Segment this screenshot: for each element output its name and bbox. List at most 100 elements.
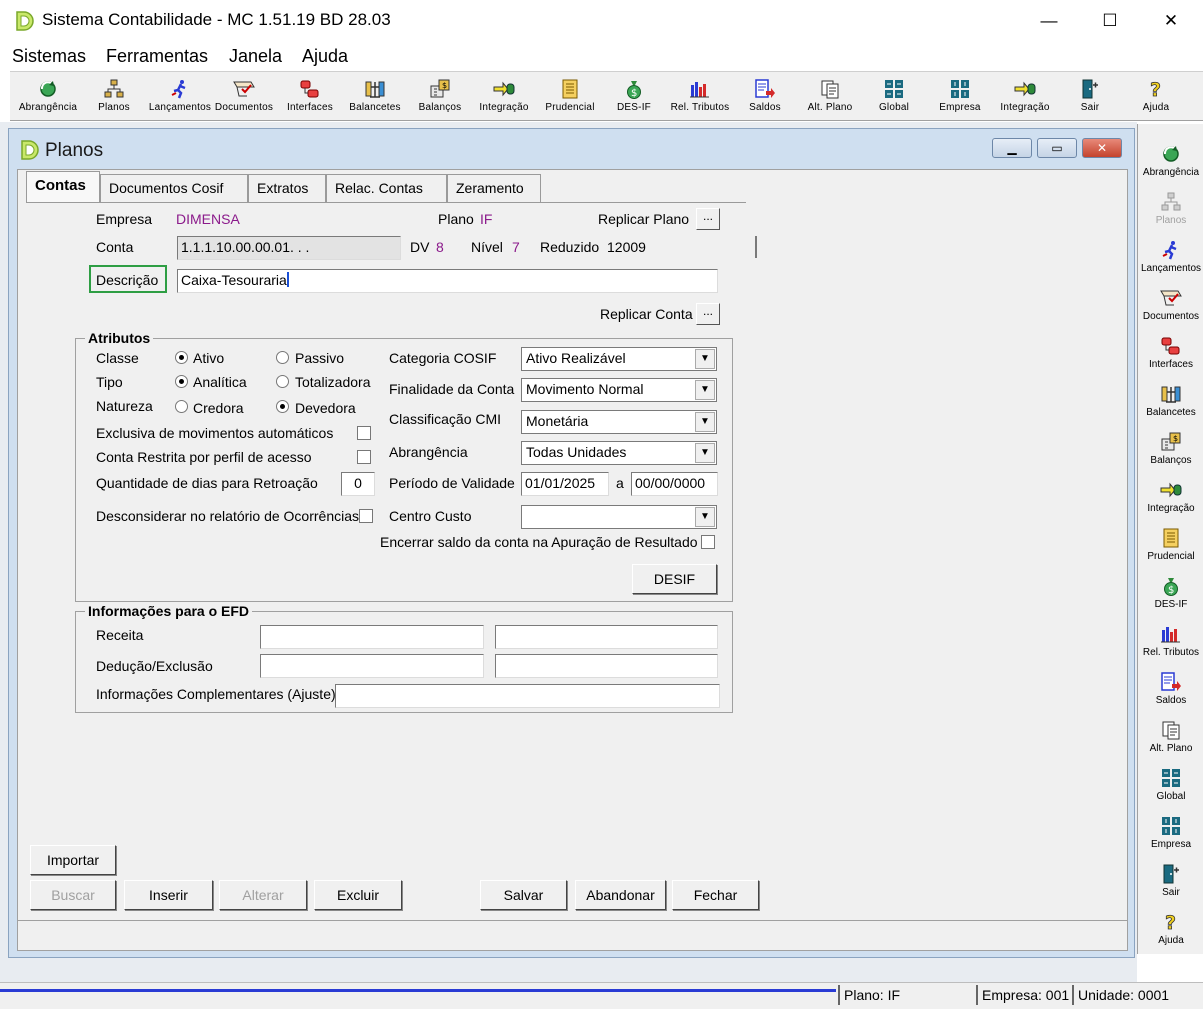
question-icon: ?: [1150, 79, 1162, 99]
alterar-button[interactable]: Alterar: [219, 880, 307, 910]
classificacao-select[interactable]: Monetária ▼: [521, 410, 717, 434]
toolbar-planos[interactable]: Planos: [82, 75, 146, 119]
toolbar-ajuda[interactable]: ? Ajuda: [1124, 75, 1188, 119]
side-global[interactable]: Global: [1138, 768, 1203, 814]
report-arrow-icon: [1161, 672, 1181, 691]
chevron-down-icon[interactable]: ▼: [695, 412, 715, 432]
receita-input-2[interactable]: [495, 625, 718, 649]
receita-input-1[interactable]: [260, 625, 484, 649]
toolbar-global[interactable]: Global: [862, 75, 926, 119]
side-balancetes[interactable]: Balancetes: [1138, 384, 1203, 430]
excluir-button[interactable]: Excluir: [314, 880, 402, 910]
exclusiva-label: Exclusiva de movimentos automáticos: [96, 425, 334, 441]
minimize-button[interactable]: —: [1026, 8, 1072, 34]
planos-minimize-button[interactable]: ▁: [992, 138, 1032, 158]
side-rel-tributos[interactable]: Rel. Tributos: [1138, 624, 1203, 670]
toolbar-documentos[interactable]: Documentos: [212, 75, 276, 119]
document-check-icon: [233, 81, 255, 97]
natureza-credora-radio[interactable]: [175, 400, 188, 413]
restrita-checkbox[interactable]: [357, 450, 371, 464]
inserir-button[interactable]: Inserir: [124, 880, 213, 910]
side-alt-plano[interactable]: Alt. Plano: [1138, 720, 1203, 766]
side-documentos[interactable]: Documentos: [1138, 288, 1203, 334]
replicar-plano-button[interactable]: ...: [696, 208, 720, 230]
retroacao-input[interactable]: 0: [341, 472, 375, 496]
toolbar-lancamentos[interactable]: Lançamentos: [148, 75, 212, 119]
importar-button[interactable]: Importar: [30, 845, 116, 875]
toolbar-abrangencia[interactable]: Abrangência: [16, 75, 80, 119]
abrangencia-select[interactable]: Todas Unidades ▼: [521, 441, 717, 465]
replicar-plano-label: Replicar Plano: [598, 211, 690, 227]
descricao-input[interactable]: Caixa-Tesouraria: [177, 269, 718, 293]
toolbar-interfaces[interactable]: Interfaces: [278, 75, 342, 119]
menu-ferramentas[interactable]: Ferramentas: [106, 46, 208, 67]
side-prudencial[interactable]: Prudencial: [1138, 528, 1203, 574]
toolbar-label: Global: [878, 102, 910, 113]
exclusiva-checkbox[interactable]: [357, 426, 371, 440]
toolbar-balancetes[interactable]: Balancetes: [343, 75, 407, 119]
chevron-down-icon[interactable]: ▼: [695, 380, 715, 400]
side-empresa[interactable]: Empresa: [1138, 816, 1203, 862]
chevron-down-icon[interactable]: ▼: [695, 507, 715, 527]
title-bar: Sistema Contabilidade - MC 1.51.19 BD 28…: [0, 0, 1203, 42]
buscar-button[interactable]: Buscar: [30, 880, 116, 910]
side-balancos[interactable]: $ Balanços: [1138, 432, 1203, 478]
abandonar-button[interactable]: Abandonar: [575, 880, 666, 910]
toolbar-desif[interactable]: $ DES-IF: [602, 75, 666, 119]
side-desif[interactable]: $ DES-IF: [1138, 576, 1203, 622]
side-interfaces[interactable]: Interfaces: [1138, 336, 1203, 382]
tab-documentos-cosif[interactable]: Documentos Cosif: [100, 174, 248, 202]
classe-passivo-radio[interactable]: [276, 351, 289, 364]
close-button[interactable]: ✕: [1148, 8, 1194, 34]
restrita-label: Conta Restrita por perfil de acesso: [96, 449, 312, 465]
toolbar-prudencial[interactable]: Prudencial: [538, 75, 602, 119]
side-abrangencia[interactable]: Abrangência: [1138, 144, 1203, 190]
planos-window-icon: [21, 140, 39, 160]
toolbar-balancos[interactable]: $ Balanços: [408, 75, 472, 119]
chevron-down-icon[interactable]: ▼: [695, 443, 715, 463]
complementares-input[interactable]: [335, 684, 720, 708]
toolbar-empresa[interactable]: Empresa: [928, 75, 992, 119]
menu-sistemas[interactable]: Sistemas: [12, 46, 86, 67]
natureza-devedora-radio[interactable]: [276, 400, 289, 413]
planos-restore-button[interactable]: ▭: [1037, 138, 1077, 158]
side-sair[interactable]: Sair: [1138, 864, 1203, 910]
tipo-analitica-radio[interactable]: [175, 375, 188, 388]
periodo-fim-input[interactable]: 00/00/0000: [631, 472, 718, 496]
encerrar-checkbox[interactable]: [701, 535, 715, 549]
side-ajuda[interactable]: ? Ajuda: [1138, 912, 1203, 958]
salvar-button[interactable]: Salvar: [480, 880, 567, 910]
tab-zeramento[interactable]: Zeramento: [447, 174, 541, 202]
fechar-button[interactable]: Fechar: [672, 880, 759, 910]
toolbar-integracao-2[interactable]: Integração: [993, 75, 1057, 119]
menu-ajuda[interactable]: Ajuda: [302, 46, 348, 67]
planos-close-button[interactable]: ✕: [1082, 138, 1122, 158]
deducao-input-2[interactable]: [495, 654, 718, 678]
side-lancamentos[interactable]: Lançamentos: [1138, 240, 1203, 286]
side-saldos[interactable]: Saldos: [1138, 672, 1203, 718]
chevron-down-icon[interactable]: ▼: [695, 349, 715, 369]
centro-custo-select[interactable]: ▼: [521, 505, 717, 529]
categoria-select[interactable]: Ativo Realizável ▼: [521, 347, 717, 371]
side-integracao[interactable]: Integração: [1138, 480, 1203, 526]
tab-extratos[interactable]: Extratos: [248, 174, 326, 202]
deducao-input-1[interactable]: [260, 654, 484, 678]
desif-button[interactable]: DESIF: [632, 564, 717, 594]
toolbar-integracao[interactable]: Integração: [472, 75, 536, 119]
replicar-conta-button[interactable]: ...: [696, 303, 720, 325]
finalidade-select[interactable]: Movimento Normal ▼: [521, 378, 717, 402]
tipo-totalizadora-radio[interactable]: [276, 375, 289, 388]
bar-chart-icon: [690, 82, 709, 98]
periodo-inicio-input[interactable]: 01/01/2025: [521, 472, 609, 496]
tab-relac-contas[interactable]: Relac. Contas: [326, 174, 447, 202]
toolbar-rel-tributos[interactable]: Rel. Tributos: [668, 75, 732, 119]
tab-contas[interactable]: Contas: [26, 171, 100, 203]
toolbar-saldos[interactable]: Saldos: [733, 75, 797, 119]
desconsiderar-checkbox[interactable]: [359, 509, 373, 523]
conta-field[interactable]: 1.1.1.10.00.00.01. . .: [177, 236, 401, 260]
toolbar-alt-plano[interactable]: Alt. Plano: [798, 75, 862, 119]
menu-janela[interactable]: Janela: [229, 46, 282, 67]
toolbar-sair[interactable]: Sair: [1058, 75, 1122, 119]
maximize-button[interactable]: ☐: [1087, 8, 1133, 34]
classe-ativo-radio[interactable]: [175, 351, 188, 364]
